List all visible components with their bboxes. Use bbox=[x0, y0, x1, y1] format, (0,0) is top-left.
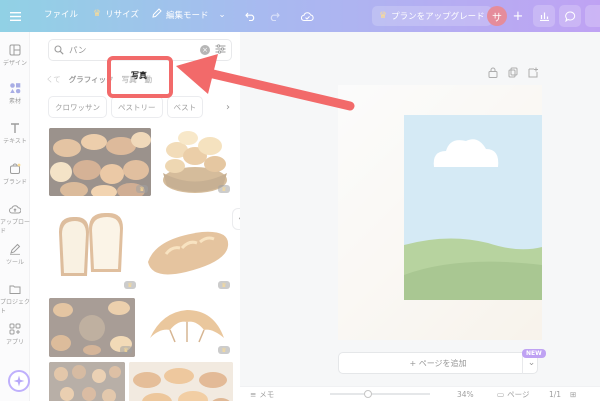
pointer-arrow bbox=[176, 54, 355, 111]
editor-app: { "topbar": { "file_label": "ファイル", "res… bbox=[0, 0, 600, 401]
